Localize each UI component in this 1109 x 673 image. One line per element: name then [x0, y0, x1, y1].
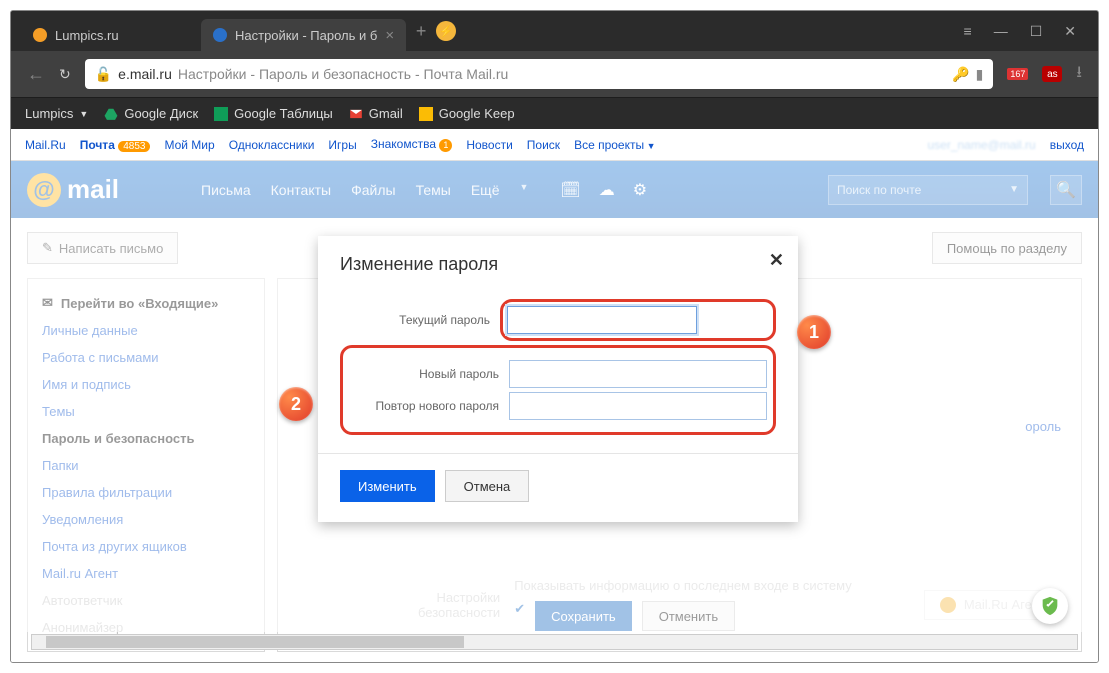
- download-icon[interactable]: ⭳: [1076, 61, 1082, 88]
- back-icon[interactable]: ←: [27, 64, 45, 85]
- portal-link[interactable]: Одноклассники: [229, 138, 315, 152]
- close-window-icon[interactable]: ✕: [1064, 23, 1076, 40]
- key-icon[interactable]: 🔑: [952, 66, 969, 83]
- gmail-icon: [349, 107, 363, 121]
- logout-link[interactable]: выход: [1050, 138, 1084, 152]
- portal-link[interactable]: Все проекты: [574, 138, 644, 152]
- portal-link[interactable]: Мой Мир: [164, 138, 214, 152]
- favicon-mailru: [213, 28, 227, 42]
- new-password-input[interactable]: [509, 360, 767, 388]
- portal-link[interactable]: Поиск: [527, 138, 560, 152]
- close-tab-icon[interactable]: ×: [385, 27, 394, 44]
- submit-button[interactable]: Изменить: [340, 470, 435, 502]
- tab-title: Настройки - Пароль и б: [235, 28, 377, 43]
- address-bar: ← ↻ 🔓 e.mail.ru Настройки - Пароль и без…: [11, 51, 1098, 97]
- url-host: e.mail.ru: [118, 66, 172, 82]
- bookmark-item[interactable]: Gmail: [349, 106, 403, 121]
- chevron-down-icon: ▼: [79, 109, 88, 119]
- field-label: Повтор нового пароля: [349, 399, 499, 413]
- close-modal-icon[interactable]: ✕: [769, 250, 784, 271]
- callout-1: 1: [797, 315, 831, 349]
- modal-title: Изменение пароля: [340, 254, 498, 274]
- drive-icon: [104, 107, 118, 121]
- field-label: Текущий пароль: [340, 313, 490, 327]
- current-password-input[interactable]: [507, 306, 697, 334]
- bookmark-item[interactable]: Google Таблицы: [214, 106, 333, 121]
- tab-title: Lumpics.ru: [55, 28, 119, 43]
- callout-2: 2: [279, 387, 313, 421]
- chevron-down-icon: ▼: [644, 141, 655, 151]
- maximize-icon[interactable]: ☐: [1030, 23, 1043, 40]
- lastfm-icon[interactable]: as: [1042, 66, 1062, 82]
- favicon-lumpics: [33, 28, 47, 42]
- cancel-button[interactable]: Отмена: [445, 470, 530, 502]
- lock-icon: 🔓: [95, 66, 112, 83]
- user-email[interactable]: user_name@mail.ru: [927, 138, 1035, 152]
- sheets-icon: [214, 107, 228, 121]
- new-tab-button[interactable]: +: [406, 16, 436, 46]
- turbo-icon[interactable]: ⚡: [436, 21, 456, 41]
- change-password-modal: Изменение пароля ✕ Текущий пароль Новый …: [318, 236, 798, 522]
- menu-icon[interactable]: ≡: [964, 23, 972, 40]
- url-path: Настройки - Пароль и безопасность - Почт…: [178, 66, 508, 82]
- portal-link[interactable]: Mail.Ru: [25, 138, 66, 152]
- znak-badge: 1: [439, 139, 452, 152]
- bookmark-folder[interactable]: Lumpics▼: [25, 106, 88, 121]
- mailru-top-bar: Mail.Ru Почта 4853 Мой Мир Одноклассники…: [11, 129, 1098, 161]
- bookmark-item[interactable]: Google Диск: [104, 106, 198, 121]
- browser-tab[interactable]: Lumpics.ru: [21, 19, 201, 51]
- minimize-icon[interactable]: —: [994, 23, 1008, 40]
- portal-link[interactable]: Почта: [80, 138, 115, 152]
- mail-count-badge: 4853: [118, 141, 150, 152]
- repeat-password-input[interactable]: [509, 392, 767, 420]
- portal-link[interactable]: Знакомства: [371, 137, 436, 151]
- bookmark-item[interactable]: Google Keep: [419, 106, 515, 121]
- adguard-icon[interactable]: [1032, 588, 1068, 624]
- reload-icon[interactable]: ↻: [59, 66, 71, 83]
- notification-badge[interactable]: 167: [1007, 68, 1028, 80]
- tab-bar: Lumpics.ru Настройки - Пароль и б × + ⚡ …: [11, 11, 1098, 51]
- field-label: Новый пароль: [349, 367, 499, 381]
- portal-link[interactable]: Новости: [466, 138, 512, 152]
- browser-tab-active[interactable]: Настройки - Пароль и б ×: [201, 19, 406, 51]
- horizontal-scrollbar[interactable]: [31, 634, 1078, 650]
- scrollbar-thumb[interactable]: [46, 636, 464, 648]
- portal-link[interactable]: Игры: [328, 138, 356, 152]
- keep-icon: [419, 107, 433, 121]
- url-field[interactable]: 🔓 e.mail.ru Настройки - Пароль и безопас…: [85, 59, 994, 89]
- bookmark-star-icon[interactable]: ▮: [976, 66, 984, 83]
- bookmarks-bar: Lumpics▼ Google Диск Google Таблицы Gmai…: [11, 97, 1098, 129]
